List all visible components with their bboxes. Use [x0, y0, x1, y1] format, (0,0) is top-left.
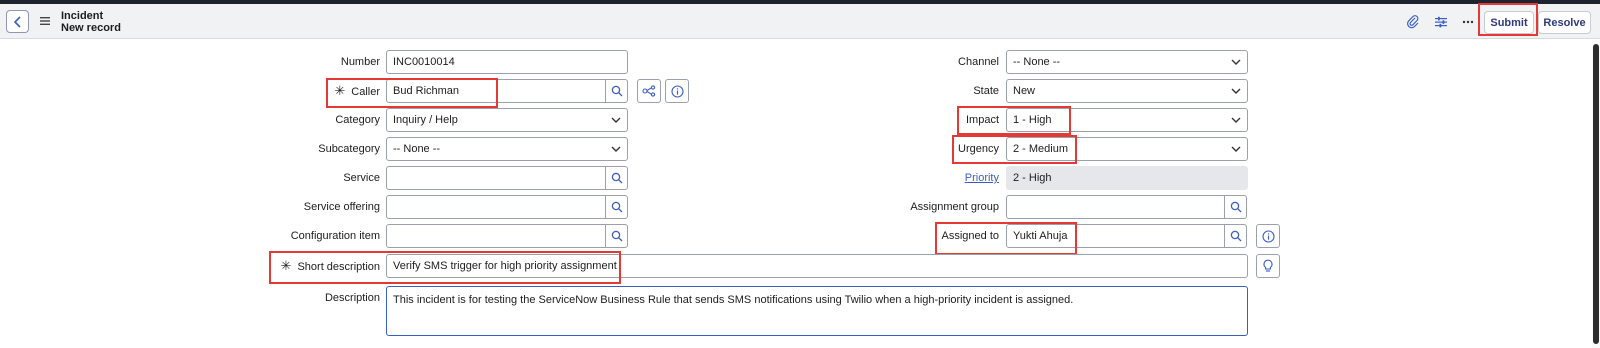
record-header: Incident New record Submit Resolve — [0, 4, 1600, 39]
more-icon[interactable] — [1460, 14, 1476, 30]
assignment-group-lookup-button[interactable] — [1224, 195, 1247, 219]
chevron-down-icon — [1231, 117, 1241, 123]
service-offering-lookup-button[interactable] — [605, 195, 628, 219]
attachment-icon[interactable] — [1405, 14, 1421, 30]
configuration-item-lookup-button[interactable] — [605, 224, 628, 248]
chevron-down-icon — [611, 146, 621, 152]
impact-value: 1 - High — [1013, 114, 1052, 126]
priority-field: 2 - High — [1006, 166, 1248, 190]
urgency-select[interactable]: 2 - Medium — [1006, 137, 1248, 161]
search-icon — [611, 201, 622, 213]
priority-link[interactable]: Priority — [965, 172, 999, 184]
page-title: Incident — [61, 10, 104, 22]
chevron-down-icon — [1231, 146, 1241, 152]
assigned-to-field[interactable]: Yukti Ahuja — [1006, 224, 1225, 248]
caller-lookup-button[interactable] — [605, 79, 628, 103]
category-value: Inquiry / Help — [393, 114, 458, 126]
search-icon — [611, 85, 622, 97]
info-icon — [670, 84, 684, 98]
category-select[interactable]: Inquiry / Help — [386, 108, 628, 132]
impact-label: Impact — [965, 114, 999, 126]
chevron-down-icon — [1231, 59, 1241, 65]
subcategory-label: Subcategory — [318, 143, 380, 155]
assigned-to-label: Assigned to — [941, 230, 999, 242]
channel-select[interactable]: -- None -- — [1006, 50, 1248, 74]
number-label: Number — [340, 56, 380, 68]
number-field[interactable]: INC0010014 — [386, 50, 628, 74]
subcategory-value: -- None -- — [393, 143, 441, 155]
caller-relationships-button[interactable] — [637, 79, 661, 103]
state-select[interactable]: New — [1006, 79, 1248, 103]
chevron-down-icon — [611, 117, 621, 123]
page-subtitle: New record — [61, 22, 121, 34]
urgency-value: 2 - Medium — [1013, 143, 1069, 155]
service-offering-field[interactable] — [386, 195, 606, 219]
channel-label: Channel — [958, 56, 999, 68]
description-textarea[interactable]: This incident is for testing the Service… — [386, 286, 1248, 336]
submit-button[interactable]: Submit — [1484, 11, 1534, 34]
search-icon — [611, 172, 622, 184]
required-icon: ✳ — [280, 258, 292, 273]
description-label: Description — [324, 292, 380, 304]
info-icon — [1261, 229, 1275, 243]
back-icon — [13, 15, 21, 28]
caller-info-button[interactable] — [665, 79, 689, 103]
lightbulb-icon — [1263, 259, 1273, 272]
priority-label: Priority — [820, 167, 999, 189]
back-button[interactable] — [6, 10, 29, 33]
assignment-group-label: Assignment group — [910, 201, 999, 213]
urgency-label: Urgency — [958, 143, 999, 155]
subcategory-select[interactable]: -- None -- — [386, 137, 628, 161]
short-description-label: ✳ Short description — [200, 255, 380, 277]
caller-field[interactable]: Bud Richman — [386, 79, 606, 103]
scrollbar-thumb[interactable] — [1593, 44, 1599, 344]
service-lookup-button[interactable] — [605, 166, 628, 190]
settings-sliders-icon[interactable] — [1433, 14, 1449, 30]
search-icon — [1230, 230, 1241, 242]
chevron-down-icon — [1231, 88, 1241, 94]
service-field[interactable] — [386, 166, 606, 190]
assigned-to-lookup-button[interactable] — [1224, 224, 1247, 248]
suggestion-button[interactable] — [1256, 254, 1280, 278]
search-icon — [1230, 201, 1241, 213]
short-description-field[interactable]: Verify SMS trigger for high priority ass… — [386, 254, 1248, 278]
assignment-group-field[interactable] — [1006, 195, 1225, 219]
impact-select[interactable]: 1 - High — [1006, 108, 1248, 132]
channel-value: -- None -- — [1013, 56, 1061, 68]
record-titles: Incident New record — [61, 10, 121, 34]
state-label: State — [973, 85, 999, 97]
configuration-item-field[interactable] — [386, 224, 606, 248]
state-value: New — [1013, 85, 1036, 97]
required-icon: ✳ — [334, 83, 346, 98]
service-offering-label: Service offering — [303, 201, 380, 213]
category-label: Category — [335, 114, 380, 126]
hierarchy-icon — [642, 85, 656, 97]
configuration-item-label: Configuration item — [290, 230, 380, 242]
assigned-to-info-button[interactable] — [1256, 224, 1280, 248]
caller-label: ✳ Caller — [200, 80, 380, 102]
short-description-label-text: Short description — [297, 261, 380, 273]
caller-label-text: Caller — [351, 86, 380, 98]
search-icon — [611, 230, 622, 242]
service-label: Service — [343, 172, 380, 184]
resolve-button[interactable]: Resolve — [1538, 11, 1591, 34]
menu-icon[interactable] — [39, 15, 51, 27]
